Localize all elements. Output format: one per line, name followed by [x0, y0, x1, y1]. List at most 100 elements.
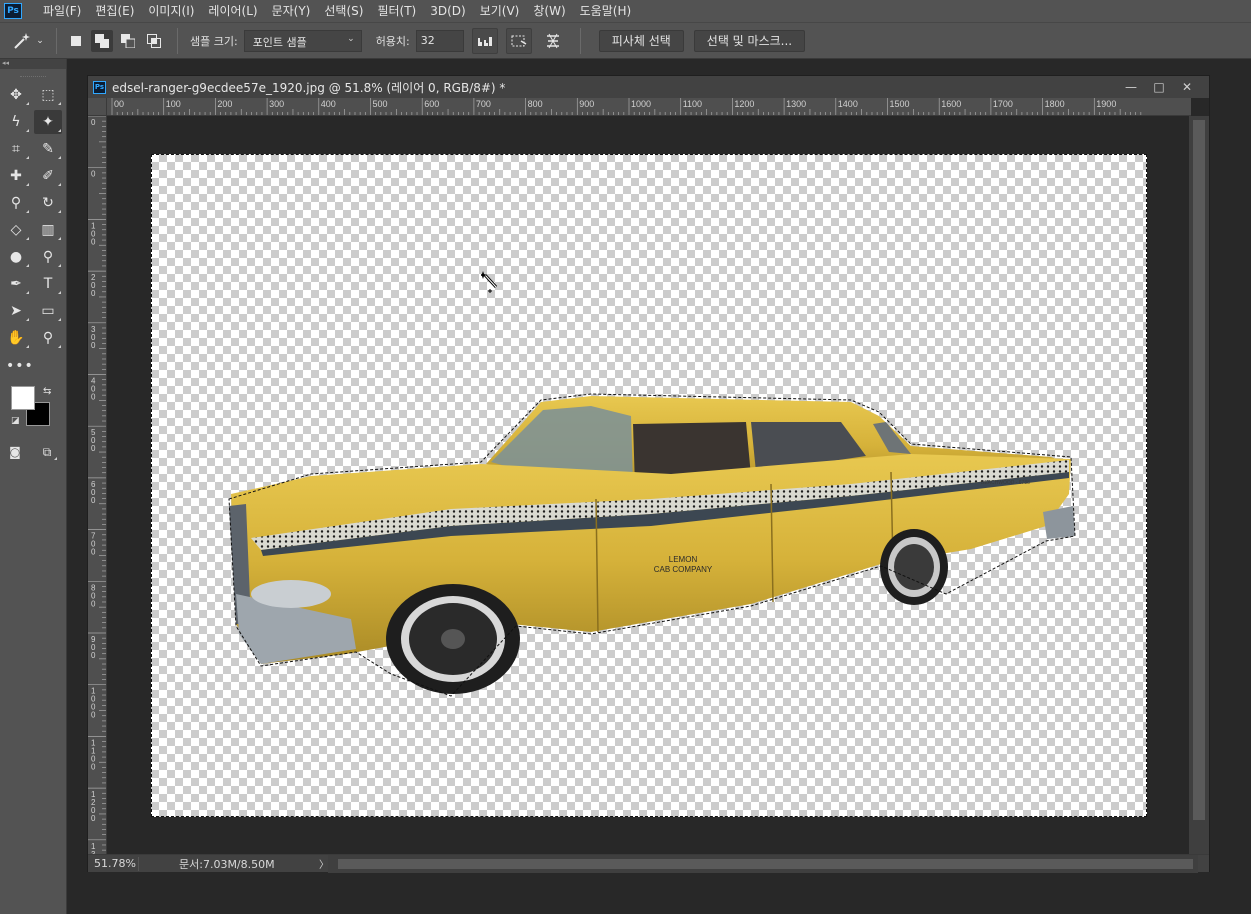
ruler-label: 0 — [91, 814, 96, 823]
contiguous-toggle[interactable] — [505, 27, 532, 54]
ruler-label: 0 — [91, 599, 96, 608]
document-tab[interactable]: Ps edsel-ranger-g9ecdee57e_1920.jpg @ 51… — [88, 76, 1209, 98]
menu-item[interactable]: 필터(T) — [370, 0, 423, 22]
subtract-selection-icon — [121, 33, 135, 48]
ruler-label: 1700 — [993, 99, 1013, 109]
ruler-label: 200 — [217, 99, 232, 109]
ruler-label: 0 — [91, 711, 96, 720]
sample-all-layers-toggle[interactable] — [540, 28, 566, 54]
blur-tool-icon[interactable]: ● — [2, 245, 30, 269]
gradient-tool-icon[interactable]: ▥ — [34, 218, 62, 242]
car-rear-text: BEACHWOOD - 6788 — [981, 480, 1030, 486]
menu-bar: Ps 파일(F) 편집(E) 이미지(I) 레이어(L) 문자(Y) 선택(S) 필터(T)… — [0, 0, 1251, 22]
divider — [579, 27, 581, 54]
brush-tool-icon[interactable]: ✐ — [34, 164, 62, 188]
clone-stamp-tool-icon[interactable]: ⚲ — [2, 191, 30, 215]
select-and-mask-button[interactable]: 선택 및 마스크... — [693, 29, 806, 52]
color-swatches: ⇆ ◪ — [8, 386, 64, 436]
toolbox-grip[interactable] — [20, 69, 46, 77]
photoshop-logo-icon[interactable]: Ps — [4, 3, 22, 19]
screen-mode-icon[interactable]: ⧉ — [36, 442, 58, 462]
magic-wand-preset-button[interactable]: ⌄ — [8, 26, 48, 56]
tolerance-label: 허용치: — [375, 34, 410, 48]
new-selection-icon — [71, 35, 81, 46]
vertical-ruler[interactable]: 0010020030040050060070080090010001100120… — [88, 116, 107, 854]
magic-wand-tool-icon[interactable]: ✦ — [34, 110, 62, 134]
close-icon[interactable]: ✕ — [1173, 77, 1201, 97]
ruler-label: 0 — [91, 548, 96, 557]
select-subject-button[interactable]: 피사체 선택 — [598, 29, 684, 52]
eyedropper-tool-icon[interactable]: ✎ — [34, 137, 62, 161]
menu-item[interactable]: 이미지(I) — [141, 0, 201, 22]
path-selection-tool-icon[interactable]: ➤ — [2, 299, 30, 323]
swap-colors-icon[interactable]: ⇆ — [43, 386, 51, 397]
ruler-label: 400 — [321, 99, 336, 109]
subtract-from-selection-button[interactable] — [117, 30, 139, 52]
ruler-label: 700 — [476, 99, 491, 109]
foreground-color-swatch[interactable] — [11, 386, 35, 410]
ruler-label: 0 — [91, 393, 96, 402]
menu-item[interactable]: 3D(D) — [423, 0, 472, 22]
ruler-label: 1800 — [1045, 99, 1065, 109]
zoom-tool-icon[interactable]: ⚲ — [34, 326, 62, 350]
new-selection-button[interactable] — [65, 30, 87, 52]
sample-all-layers-icon — [546, 33, 559, 48]
ruler-label: 0 — [91, 289, 96, 298]
move-tool-icon[interactable]: ✥ — [2, 83, 30, 107]
options-bar: ⌄ 샘플 크기: 포인트 샘플 ⌄ 허용치: 32 피사체 선택 선택 및 마스… — [0, 22, 1251, 59]
horizontal-scroll-thumb[interactable] — [338, 859, 1193, 869]
ruler-label: 0 — [91, 444, 96, 453]
menu-item[interactable]: 창(W) — [526, 0, 572, 22]
document-window: Ps edsel-ranger-g9ecdee57e_1920.jpg @ 51… — [87, 75, 1210, 873]
pen-tool-icon[interactable]: ✒ — [2, 272, 30, 296]
lasso-tool-icon[interactable]: ϟ — [2, 110, 30, 134]
menu-item[interactable]: 편집(E) — [88, 0, 141, 22]
ruler-label: 500 — [373, 99, 388, 109]
car-image: LEMON CAB COMPANY BEACHWOOD - 6788 — [228, 393, 1076, 697]
type-tool-icon[interactable]: T — [34, 272, 62, 296]
canvas-area[interactable]: LEMON CAB COMPANY BEACHWOOD - 6788 — [107, 116, 1191, 854]
ruler-label: 0 — [91, 496, 96, 505]
document-info: 문서:7.03M/8.50M — [179, 857, 275, 871]
marquee-tool-icon[interactable]: ⬚ — [34, 83, 62, 107]
maximize-icon[interactable]: □ — [1145, 77, 1173, 97]
menu-item[interactable]: 선택(S) — [317, 0, 370, 22]
shape-tool-icon[interactable]: ▭ — [34, 299, 62, 323]
vertical-scroll-thumb[interactable] — [1193, 120, 1205, 820]
menu-item[interactable]: 문자(Y) — [265, 0, 318, 22]
healing-brush-tool-icon[interactable]: ✚ — [2, 164, 30, 188]
sample-size-select[interactable]: 포인트 샘플 ⌄ — [243, 29, 362, 52]
quick-mask-icon[interactable]: ◙ — [4, 442, 26, 462]
minimize-icon[interactable]: — — [1117, 77, 1145, 97]
ruler-label: 1600 — [941, 99, 961, 109]
ruler-origin[interactable] — [88, 98, 107, 116]
toolbox-collapse-icon[interactable]: ◂◂ — [0, 59, 66, 69]
eraser-tool-icon[interactable]: ◇ — [2, 218, 30, 242]
menu-item[interactable]: 보기(V) — [473, 0, 527, 22]
hand-tool-icon[interactable]: ✋ — [2, 326, 30, 350]
ruler-label: 0 — [91, 762, 96, 771]
document-canvas[interactable]: LEMON CAB COMPANY BEACHWOOD - 6788 — [151, 154, 1147, 817]
intersect-selection-button[interactable] — [143, 30, 165, 52]
ruler-label: 0 — [91, 651, 96, 660]
default-colors-icon[interactable]: ◪ — [11, 416, 20, 426]
tolerance-input[interactable]: 32 — [415, 29, 464, 52]
history-brush-tool-icon[interactable]: ↻ — [34, 191, 62, 215]
divider — [56, 27, 57, 54]
horizontal-scrollbar[interactable] — [328, 855, 1198, 873]
document-title: edsel-ranger-g9ecdee57e_1920.jpg @ 51.8%… — [112, 80, 506, 95]
anti-alias-toggle[interactable] — [471, 27, 498, 54]
vertical-scrollbar[interactable] — [1189, 116, 1209, 854]
crop-tool-icon[interactable]: ⌗ — [2, 137, 30, 161]
chevron-down-icon: ⌄ — [36, 35, 44, 46]
zoom-level-field[interactable]: 51.78% — [88, 857, 138, 870]
add-to-selection-button[interactable] — [91, 29, 113, 52]
sample-size-label: 샘플 크기: — [190, 34, 238, 48]
menu-item[interactable]: 도움말(H) — [573, 0, 639, 22]
menu-item[interactable]: 파일(F) — [36, 0, 88, 22]
dodge-tool-icon[interactable]: ⚲ — [34, 245, 62, 269]
edit-toolbar-button[interactable]: ••• — [6, 358, 34, 374]
ruler-label: 1200 — [734, 99, 754, 109]
menu-item[interactable]: 레이어(L) — [201, 0, 264, 22]
horizontal-ruler[interactable]: 00 100 200 300 400 500 600 700 800 900 1000 1100 120… — [107, 98, 1191, 116]
